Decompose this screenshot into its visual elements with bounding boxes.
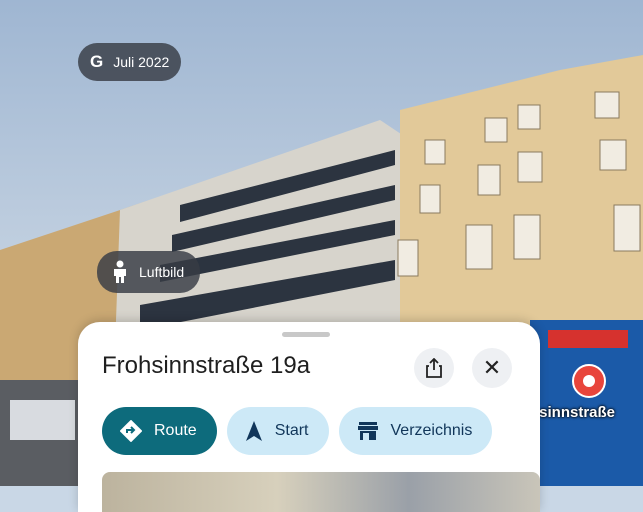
imagery-date-label: Juli 2022 (113, 54, 170, 70)
imagery-date-chip[interactable]: G Juli 2022 (78, 43, 182, 81)
close-icon: ✕ (482, 355, 502, 380)
place-bottom-sheet: Frohsinnstraße 19a ✕ Route Start Verzeic… (78, 322, 540, 512)
place-title: Frohsinnstraße 19a (102, 352, 311, 379)
pegman-icon (114, 260, 126, 283)
place-photo-strip[interactable] (102, 472, 540, 512)
google-logo: G (90, 52, 104, 71)
start-label: Start (274, 422, 309, 439)
route-label: Route (154, 422, 197, 439)
share-button[interactable] (414, 348, 454, 388)
aerial-view-button[interactable]: Luftbild (97, 251, 201, 293)
directory-button[interactable]: Verzeichnis (338, 407, 493, 455)
map-marker-label: nsinnstraße (530, 404, 616, 421)
directory-label: Verzeichnis (390, 422, 473, 439)
share-icon (426, 358, 442, 378)
directions-icon (120, 420, 142, 442)
drag-handle[interactable] (282, 332, 330, 337)
close-button[interactable]: ✕ (472, 348, 512, 388)
navigation-arrow-icon (245, 421, 262, 441)
aerial-view-label: Luftbild (139, 264, 185, 280)
start-button[interactable]: Start (226, 407, 329, 455)
storefront-icon (357, 422, 378, 440)
location-pin-icon[interactable] (572, 364, 606, 398)
route-button[interactable]: Route (102, 407, 217, 455)
